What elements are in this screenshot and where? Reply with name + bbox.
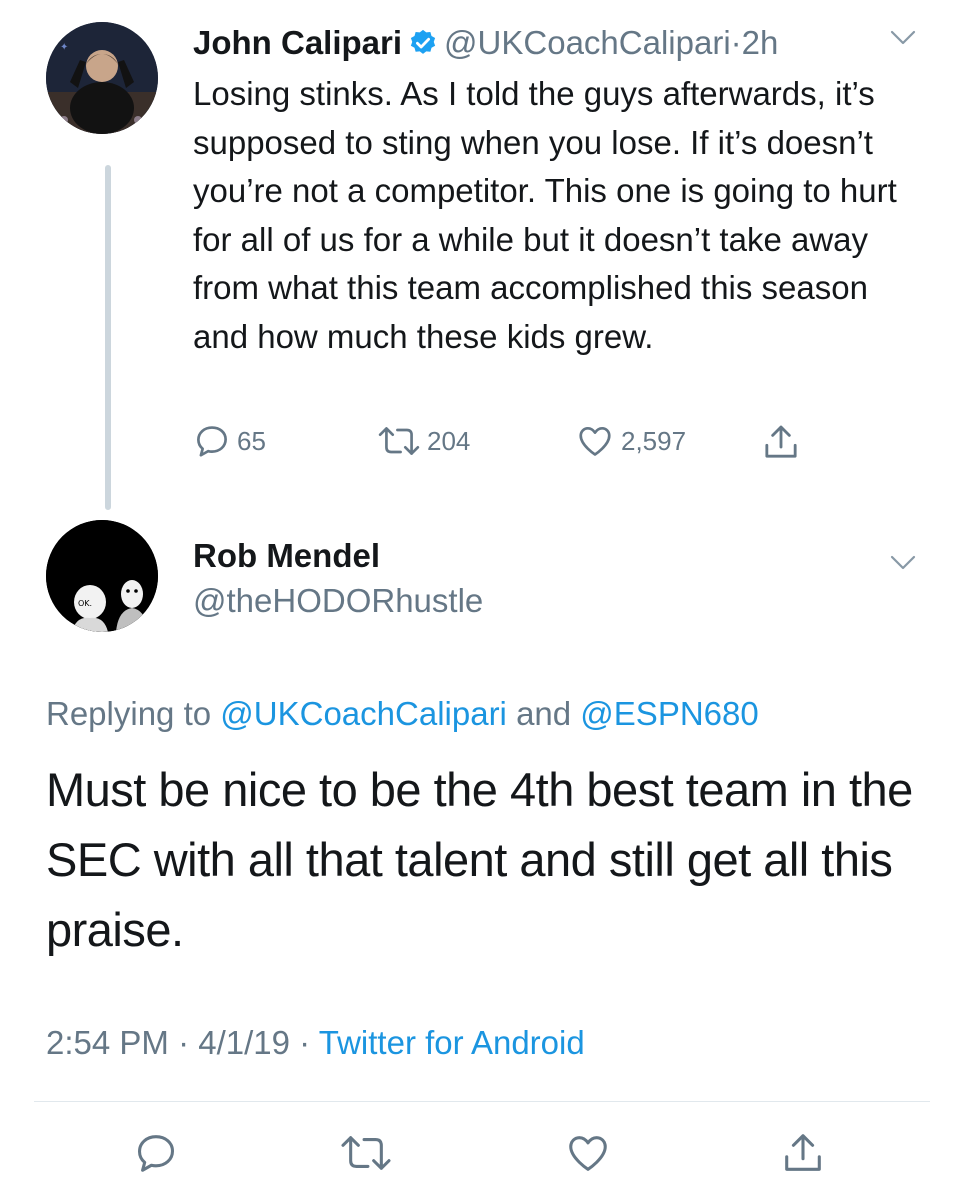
verified-badge-icon bbox=[408, 26, 438, 68]
mention-link[interactable]: @ESPN680 bbox=[580, 695, 758, 732]
parent-author-handle[interactable]: @UKCoachCalipari bbox=[444, 24, 731, 61]
share-action[interactable] bbox=[761, 422, 807, 462]
action-bar-divider bbox=[34, 1101, 930, 1102]
heart-icon[interactable] bbox=[564, 1130, 612, 1176]
tweet-detail-page: ✦ John Calipari @UKCoachCalipari·2h Losin… bbox=[0, 0, 962, 1200]
reply-author-name[interactable]: Rob Mendel bbox=[193, 535, 380, 577]
reply-icon bbox=[197, 426, 227, 457]
meta-separator: · bbox=[299, 1024, 311, 1061]
tweet-source-link[interactable]: Twitter for Android bbox=[319, 1024, 585, 1061]
thread-connector-line bbox=[105, 165, 111, 510]
svg-text:OK.: OK. bbox=[78, 599, 92, 608]
replying-and: and bbox=[516, 695, 572, 732]
chevron-down-icon[interactable] bbox=[890, 555, 916, 571]
calipari-avatar[interactable]: ✦ bbox=[46, 22, 158, 134]
replying-to-line: Replying to @UKCoachCalipari and @ESPN68… bbox=[46, 693, 759, 735]
reply-author-handle[interactable]: @theHODORhustle bbox=[193, 580, 483, 622]
parent-tweet-actions: 65 204 2,597 bbox=[193, 422, 813, 470]
mention-link[interactable]: @UKCoachCalipari bbox=[220, 695, 507, 732]
parent-author-name[interactable]: John Calipari bbox=[193, 24, 402, 61]
reply-action[interactable]: 65 bbox=[193, 422, 266, 460]
tweet-time: 2:54 PM bbox=[46, 1024, 169, 1061]
share-icon bbox=[765, 425, 797, 458]
share-icon[interactable] bbox=[780, 1130, 826, 1176]
mendel-avatar[interactable]: OK. bbox=[46, 520, 158, 632]
reply-count: 65 bbox=[237, 425, 266, 456]
like-action[interactable]: 2,597 bbox=[575, 422, 686, 460]
heart-icon bbox=[579, 426, 611, 456]
tweet-date: 4/1/19 bbox=[198, 1024, 290, 1061]
svg-text:✦: ✦ bbox=[60, 42, 68, 53]
retweet-count: 204 bbox=[427, 425, 471, 456]
retweet-action[interactable]: 204 bbox=[377, 422, 470, 460]
parent-tweet-time[interactable]: 2h bbox=[742, 24, 779, 61]
reply-tweet-text: Must be nice to be the 4th best team in … bbox=[46, 763, 913, 956]
meta-separator: · bbox=[178, 1024, 190, 1061]
retweet-icon[interactable] bbox=[339, 1130, 393, 1176]
parent-tweet-text: Losing stinks. As I told the guys afterw… bbox=[193, 75, 897, 355]
reply-icon[interactable] bbox=[133, 1130, 179, 1176]
chevron-down-icon[interactable] bbox=[890, 30, 916, 46]
parent-tweet-header: John Calipari @UKCoachCalipari·2h bbox=[193, 22, 778, 68]
time-separator: · bbox=[730, 24, 742, 61]
tweet-metadata: 2:54 PM · 4/1/19 · Twitter for Android bbox=[46, 1022, 585, 1064]
like-count: 2,597 bbox=[621, 425, 687, 456]
replying-prefix: Replying to bbox=[46, 695, 212, 732]
retweet-icon bbox=[378, 427, 420, 455]
